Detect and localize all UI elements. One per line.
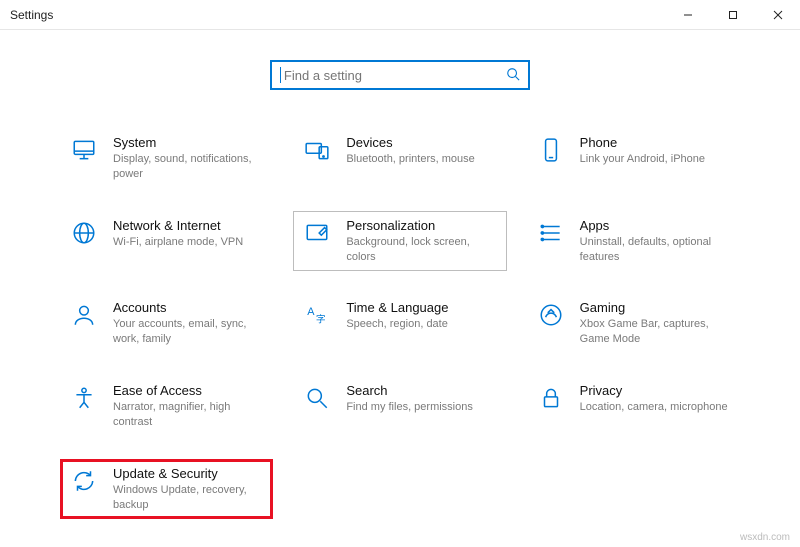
tile-title: Phone bbox=[580, 135, 731, 150]
tile-desc: Background, lock screen, colors bbox=[346, 235, 497, 265]
tile-desc: Display, sound, notifications, power bbox=[113, 152, 264, 182]
tile-desc: Xbox Game Bar, captures, Game Mode bbox=[580, 317, 731, 347]
tile-devices[interactable]: Devices Bluetooth, printers, mouse bbox=[293, 128, 506, 189]
tile-gaming[interactable]: Gaming Xbox Game Bar, captures, Game Mod… bbox=[527, 293, 740, 354]
globe-icon bbox=[69, 220, 99, 250]
tile-update-security[interactable]: Update & Security Windows Update, recove… bbox=[60, 459, 273, 520]
search-icon bbox=[506, 67, 520, 84]
tile-title: Apps bbox=[580, 218, 731, 233]
content-area: System Display, sound, notifications, po… bbox=[0, 30, 800, 519]
tile-phone[interactable]: Phone Link your Android, iPhone bbox=[527, 128, 740, 189]
tile-search[interactable]: Search Find my files, permissions bbox=[293, 376, 506, 437]
tile-desc: Wi-Fi, airplane mode, VPN bbox=[113, 235, 264, 250]
personalization-icon bbox=[302, 220, 332, 250]
tile-desc: Location, camera, microphone bbox=[580, 400, 731, 415]
gaming-icon bbox=[536, 302, 566, 332]
person-icon bbox=[69, 302, 99, 332]
tile-system[interactable]: System Display, sound, notifications, po… bbox=[60, 128, 273, 189]
search-input[interactable] bbox=[284, 68, 506, 83]
tile-title: Privacy bbox=[580, 383, 731, 398]
monitor-icon bbox=[69, 137, 99, 167]
watermark: wsxdn.com bbox=[740, 532, 790, 543]
update-icon bbox=[69, 468, 99, 498]
tile-personalization[interactable]: Personalization Background, lock screen,… bbox=[293, 211, 506, 272]
tile-title: Accounts bbox=[113, 300, 264, 315]
tile-network[interactable]: Network & Internet Wi-Fi, airplane mode,… bbox=[60, 211, 273, 272]
tile-apps[interactable]: Apps Uninstall, defaults, optional featu… bbox=[527, 211, 740, 272]
maximize-button[interactable] bbox=[710, 0, 755, 29]
devices-icon bbox=[302, 137, 332, 167]
tile-desc: Find my files, permissions bbox=[346, 400, 497, 415]
accessibility-icon bbox=[69, 385, 99, 415]
window-controls bbox=[665, 0, 800, 29]
close-button[interactable] bbox=[755, 0, 800, 29]
tile-desc: Link your Android, iPhone bbox=[580, 152, 731, 167]
lock-icon bbox=[536, 385, 566, 415]
window-title: Settings bbox=[10, 8, 53, 22]
apps-icon bbox=[536, 220, 566, 250]
tile-title: Search bbox=[346, 383, 497, 398]
search-tile-icon bbox=[302, 385, 332, 415]
tile-desc: Windows Update, recovery, backup bbox=[113, 483, 264, 513]
phone-icon bbox=[536, 137, 566, 167]
tile-desc: Narrator, magnifier, high contrast bbox=[113, 400, 264, 430]
tile-title: Update & Security bbox=[113, 466, 264, 481]
tile-title: Network & Internet bbox=[113, 218, 264, 233]
tile-title: Personalization bbox=[346, 218, 497, 233]
titlebar: Settings bbox=[0, 0, 800, 30]
tile-title: System bbox=[113, 135, 264, 150]
svg-text:A: A bbox=[308, 306, 316, 318]
tile-title: Gaming bbox=[580, 300, 731, 315]
tile-title: Ease of Access bbox=[113, 383, 264, 398]
tile-title: Time & Language bbox=[346, 300, 497, 315]
settings-grid: System Display, sound, notifications, po… bbox=[40, 128, 760, 519]
tile-desc: Your accounts, email, sync, work, family bbox=[113, 317, 264, 347]
tile-accounts[interactable]: Accounts Your accounts, email, sync, wor… bbox=[60, 293, 273, 354]
time-language-icon: A字 bbox=[302, 302, 332, 332]
tile-desc: Bluetooth, printers, mouse bbox=[346, 152, 497, 167]
search-box[interactable] bbox=[270, 60, 530, 90]
tile-desc: Uninstall, defaults, optional features bbox=[580, 235, 731, 265]
minimize-button[interactable] bbox=[665, 0, 710, 29]
svg-text:字: 字 bbox=[316, 313, 326, 326]
text-cursor bbox=[280, 67, 281, 83]
tile-title: Devices bbox=[346, 135, 497, 150]
tile-privacy[interactable]: Privacy Location, camera, microphone bbox=[527, 376, 740, 437]
tile-time-language[interactable]: A字 Time & Language Speech, region, date bbox=[293, 293, 506, 354]
tile-desc: Speech, region, date bbox=[346, 317, 497, 332]
search-wrap bbox=[40, 60, 760, 90]
tile-ease-of-access[interactable]: Ease of Access Narrator, magnifier, high… bbox=[60, 376, 273, 437]
